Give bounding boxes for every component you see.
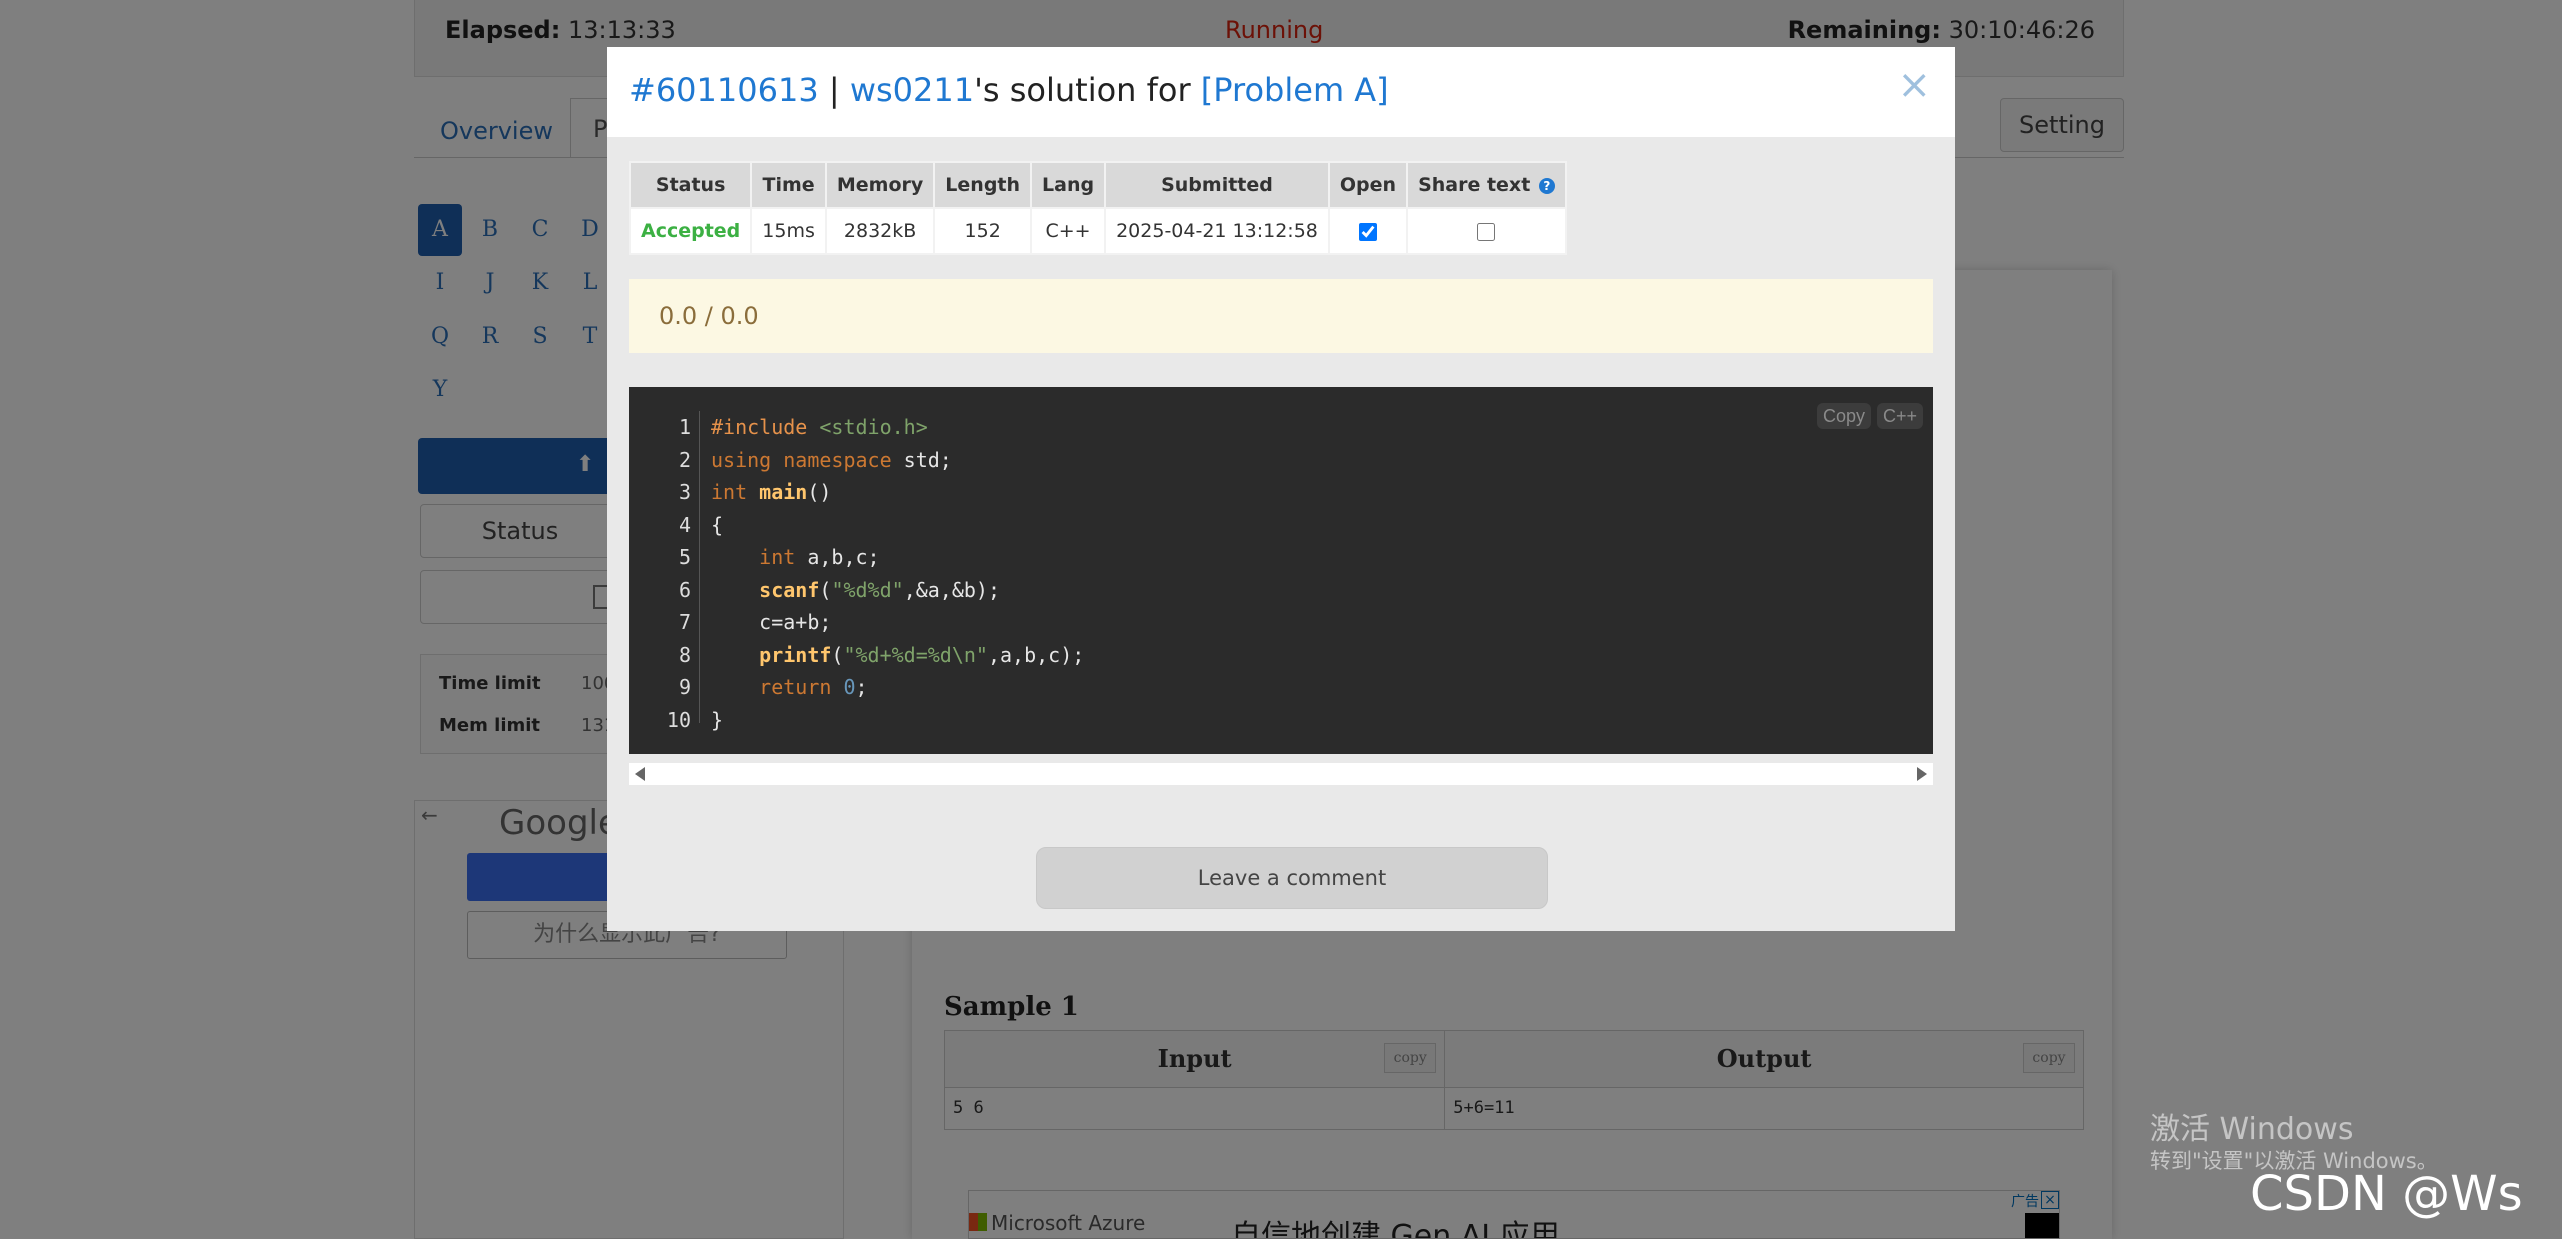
horizontal-scrollbar[interactable] xyxy=(629,763,1933,785)
title-separator: | xyxy=(818,71,850,109)
title-text: 's solution for xyxy=(974,71,1201,109)
copy-code-button[interactable]: Copy xyxy=(1816,403,1871,429)
run-id-link[interactable]: #60110613 xyxy=(629,71,819,109)
code-viewer[interactable]: 1 2 3 4 5 6 7 8 9 10 #include <stdio.h> u… xyxy=(629,387,1933,754)
open-cell xyxy=(1327,207,1409,255)
modal-title: #60110613 | ws0211's solution for [Probl… xyxy=(629,71,1389,109)
language-tag: C++ xyxy=(1876,403,1923,429)
open-checkbox[interactable] xyxy=(1358,222,1377,241)
lang-value: C++ xyxy=(1030,207,1107,255)
solution-modal: #60110613 | ws0211's solution for [Probl… xyxy=(607,47,1955,931)
source-code: #include <stdio.h> using namespace std; in… xyxy=(711,415,1085,732)
submission-table: Status Time Memory Length Lang Submitted… xyxy=(628,161,1567,255)
problem-link[interactable]: [Problem A] xyxy=(1201,71,1389,109)
col-status: Status xyxy=(628,161,753,209)
gutter-divider xyxy=(699,411,700,723)
time-value: 15ms xyxy=(750,207,827,255)
close-icon[interactable]: × xyxy=(1897,65,1931,105)
col-lang: Lang xyxy=(1030,161,1107,209)
share-text-checkbox[interactable] xyxy=(1477,222,1496,241)
table-row: Accepted 15ms 2832kB 152 C++ 2025-04-21 … xyxy=(628,207,1567,255)
col-share-text: Share text ? xyxy=(1406,161,1567,209)
memory-value: 2832kB xyxy=(824,207,936,255)
status-value: Accepted xyxy=(628,207,753,255)
col-memory: Memory xyxy=(824,161,936,209)
score-box: 0.0 / 0.0 xyxy=(629,279,1933,353)
help-icon[interactable]: ? xyxy=(1538,177,1555,194)
col-open: Open xyxy=(1327,161,1409,209)
col-length: Length xyxy=(933,161,1033,209)
windows-activation-title: 激活 Windows xyxy=(2150,1112,2354,1147)
submitted-value: 2025-04-21 13:12:58 xyxy=(1104,207,1330,255)
scroll-right-icon[interactable] xyxy=(1917,767,1927,781)
col-time: Time xyxy=(750,161,827,209)
modal-header: #60110613 | ws0211's solution for [Probl… xyxy=(607,47,1955,137)
col-submitted: Submitted xyxy=(1104,161,1330,209)
leave-comment-button[interactable]: Leave a comment xyxy=(1036,847,1548,909)
scroll-left-icon[interactable] xyxy=(635,767,645,781)
user-link[interactable]: ws0211 xyxy=(850,71,974,109)
share-cell xyxy=(1406,207,1567,255)
length-value: 152 xyxy=(933,207,1033,255)
csdn-watermark: CSDN @Ws＿ xyxy=(2250,1166,2523,1239)
line-numbers: 1 2 3 4 5 6 7 8 9 10 xyxy=(666,415,691,732)
